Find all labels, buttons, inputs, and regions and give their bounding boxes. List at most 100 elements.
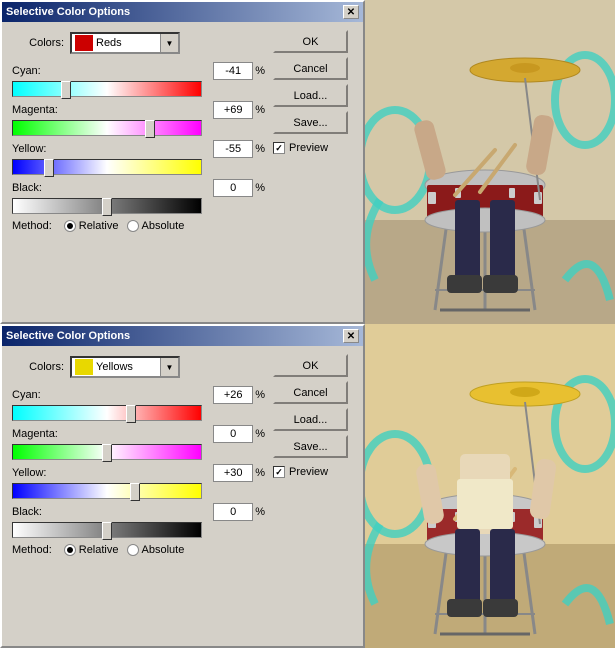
dialog1-cyan-thumb[interactable] [61, 81, 71, 99]
dialog2-relative-option[interactable]: Relative [64, 544, 119, 556]
dialog2-black-thumb[interactable] [102, 522, 112, 540]
dialog1-ok-button[interactable]: OK [273, 30, 348, 53]
dialog2-titlebar: Selective Color Options ✕ [2, 326, 363, 346]
dialog2-relative-label: Relative [79, 544, 119, 556]
dialog2-color-text: Yellows [96, 361, 160, 373]
dialog1-black-label: Black: [12, 182, 72, 194]
dialog1-close-button[interactable]: ✕ [343, 5, 359, 19]
dialog1-magenta-value[interactable]: +69 [213, 101, 253, 119]
dialog1-absolute-option[interactable]: Absolute [127, 220, 185, 232]
dialog1-magenta-track[interactable] [12, 120, 202, 136]
dialog2-yellow-value[interactable]: +30 [213, 464, 253, 482]
dialog2-cyan-label: Cyan: [12, 389, 72, 401]
dialog2-black-pct: % [255, 506, 265, 518]
dialog2-color-select[interactable]: Yellows ▼ [70, 356, 180, 378]
dialog1-yellow-thumb[interactable] [44, 159, 54, 177]
dialog1-method-label: Method: [12, 220, 52, 232]
dialog1-color-select[interactable]: Reds ▼ [70, 32, 180, 54]
bottom-drum-image [365, 324, 615, 648]
dialog2-yellow-label-row: Yellow: +30 % [12, 464, 265, 482]
dialog2-left: Colors: Yellows ▼ Cyan: +26 [12, 354, 265, 638]
dialog1-dropdown-btn[interactable]: ▼ [160, 34, 178, 52]
dialog1-preview-row: ✓ Preview [273, 142, 353, 154]
top-photo-panel [365, 0, 615, 324]
dialog1-right: OK Cancel Load... Save... ✓ Preview [273, 30, 353, 314]
dialog2-dropdown-btn[interactable]: ▼ [160, 358, 178, 376]
dialog1-relative-radio[interactable] [64, 220, 76, 232]
dialog1-magenta-row: Magenta: +69 % [12, 101, 265, 136]
dialog1-titlebar: Selective Color Options ✕ [2, 2, 363, 22]
dialog2-yellow-value-row: +30 % [213, 464, 265, 482]
dialog2-magenta-value[interactable]: 0 [213, 425, 253, 443]
dialog1-black-row: Black: 0 % [12, 179, 265, 214]
dialog1-yellow-row: Yellow: -55 % [12, 140, 265, 175]
dialog1-save-button[interactable]: Save... [273, 111, 348, 134]
dialog2-color-swatch [75, 359, 93, 375]
dialog1-cyan-value[interactable]: -41 [213, 62, 253, 80]
dialog1-black-track[interactable] [12, 198, 202, 214]
dialog2-magenta-label-row: Magenta: 0 % [12, 425, 265, 443]
dialog1-magenta-pct: % [255, 104, 265, 116]
dialog2-relative-dot [67, 547, 73, 553]
dialog1-magenta-label: Magenta: [12, 104, 72, 116]
dialog2-relative-radio[interactable] [64, 544, 76, 556]
dialog2-absolute-label: Absolute [142, 544, 185, 556]
dialog2-yellow-track[interactable] [12, 483, 202, 499]
dialog2-colors-label: Colors: [12, 361, 64, 373]
dialog1-cyan-track[interactable] [12, 81, 202, 97]
dialog1-colors-row: Colors: Reds ▼ [12, 32, 265, 54]
dialog1-cyan-pct: % [255, 65, 265, 77]
dialog1-colors-label: Colors: [12, 37, 64, 49]
dialog2-yellow-row: Yellow: +30 % [12, 464, 265, 499]
dialog1: Selective Color Options ✕ Colors: Reds ▼ [0, 0, 365, 324]
dialog2-method-row: Method: Relative Absolute [12, 544, 265, 556]
dialog1-black-pct: % [255, 182, 265, 194]
dialog1-color-text: Reds [96, 37, 160, 49]
dialog1-left: Colors: Reds ▼ Cyan: -41 [12, 30, 265, 314]
dialog1-method-row: Method: Relative Absolute [12, 220, 265, 232]
dialog1-absolute-radio[interactable] [127, 220, 139, 232]
dialog1-magenta-value-row: +69 % [213, 101, 265, 119]
dialog1-black-value-row: 0 % [213, 179, 265, 197]
dialog2-black-value-row: 0 % [213, 503, 265, 521]
dialog2-cancel-button[interactable]: Cancel [273, 381, 348, 404]
dialog1-black-value[interactable]: 0 [213, 179, 253, 197]
dialog1-black-thumb[interactable] [102, 198, 112, 216]
dialog2-close-button[interactable]: ✕ [343, 329, 359, 343]
dialog2-yellow-thumb[interactable] [130, 483, 140, 501]
dialog1-yellow-track[interactable] [12, 159, 202, 175]
dialog2-cyan-value[interactable]: +26 [213, 386, 253, 404]
dialog1-black-label-row: Black: 0 % [12, 179, 265, 197]
dialog1-yellow-value[interactable]: -55 [213, 140, 253, 158]
dialog2: Selective Color Options ✕ Colors: Yellow… [0, 324, 365, 648]
dialog1-yellow-pct: % [255, 143, 265, 155]
dialog2-absolute-radio[interactable] [127, 544, 139, 556]
dialog1-cyan-row: Cyan: -41 % [12, 62, 265, 97]
dialog2-black-track[interactable] [12, 522, 202, 538]
dialog2-cyan-thumb[interactable] [126, 405, 136, 423]
dialog2-save-button[interactable]: Save... [273, 435, 348, 458]
dialog2-black-row: Black: 0 % [12, 503, 265, 538]
dialog2-cyan-track[interactable] [12, 405, 202, 421]
dialog2-ok-button[interactable]: OK [273, 354, 348, 377]
dialog1-load-button[interactable]: Load... [273, 84, 348, 107]
dialog2-cyan-label-row: Cyan: +26 % [12, 386, 265, 404]
dialog1-relative-option[interactable]: Relative [64, 220, 119, 232]
dialog2-preview-row: ✓ Preview [273, 466, 353, 478]
dialog1-content: Colors: Reds ▼ Cyan: -41 [2, 22, 363, 322]
dialog2-magenta-thumb[interactable] [102, 444, 112, 462]
dialog1-magenta-thumb[interactable] [145, 120, 155, 138]
dialog1-cancel-button[interactable]: Cancel [273, 57, 348, 80]
dialog2-right: OK Cancel Load... Save... ✓ Preview [273, 354, 353, 638]
dialog1-preview-checkbox[interactable]: ✓ [273, 142, 285, 154]
dialog2-magenta-track[interactable] [12, 444, 202, 460]
dialog2-black-value[interactable]: 0 [213, 503, 253, 521]
dialog2-title: Selective Color Options [6, 330, 130, 342]
dialog2-load-button[interactable]: Load... [273, 408, 348, 431]
dialog2-preview-checkbox[interactable]: ✓ [273, 466, 285, 478]
top-drum-image [365, 0, 615, 324]
dialog2-absolute-option[interactable]: Absolute [127, 544, 185, 556]
dialog1-absolute-label: Absolute [142, 220, 185, 232]
dialog2-cyan-pct: % [255, 389, 265, 401]
dialog2-method-label: Method: [12, 544, 52, 556]
